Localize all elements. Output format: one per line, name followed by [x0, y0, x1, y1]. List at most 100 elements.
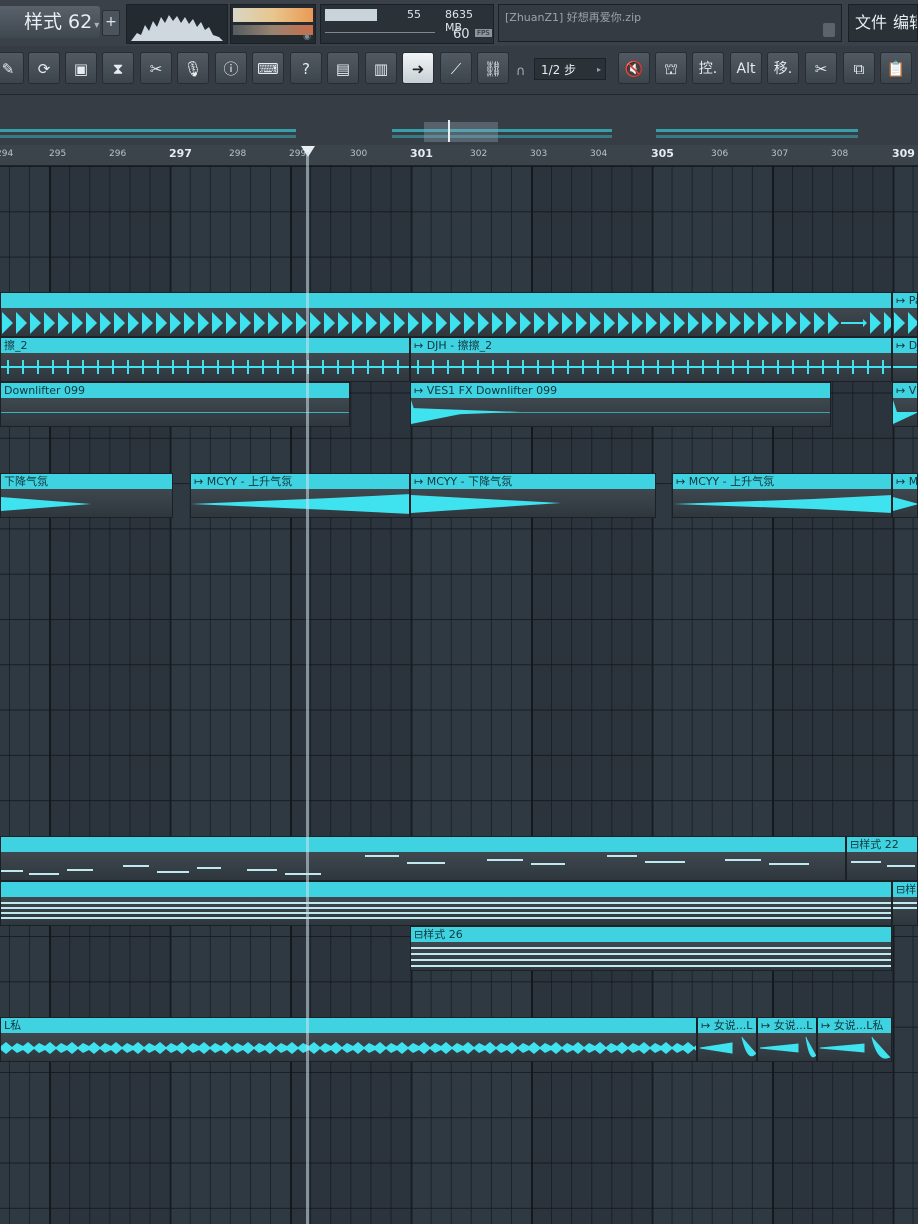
clip-waveform [191, 494, 409, 514]
pattern-dropdown-icon: ▾ [94, 20, 100, 31]
timeline-ruler[interactable]: 294 295 296 297 298 299 300 301 302 303 … [0, 145, 918, 166]
note [67, 869, 93, 871]
clip-body [673, 489, 891, 517]
menu-edit[interactable]: 编辑 [893, 13, 917, 32]
clip-header: L私 [1, 1018, 696, 1033]
cpu-meter [325, 9, 377, 21]
clip-body [411, 353, 891, 381]
loop-icon[interactable]: ⟳ [28, 52, 60, 84]
clip-header [1, 293, 891, 308]
clip-body [1, 897, 891, 925]
audio-clip[interactable]: ↦ VE [892, 382, 918, 427]
clip-body [758, 1033, 816, 1061]
typing-keyboard-icon[interactable]: ⌨ [252, 52, 284, 84]
clip-body [893, 353, 917, 381]
clip-header: ↦ MCYY - 上升气氛 [191, 474, 409, 489]
clip-header: ↦ 女说...L [698, 1018, 756, 1033]
audio-clip[interactable]: ↦ MCYY - 上升气氛 [672, 473, 892, 518]
pattern-selector[interactable]: 样式 62 ▾ [0, 6, 100, 38]
clip-header: ↦ MCYY - 下降气氛 [411, 474, 655, 489]
paste-icon[interactable]: 📋 [880, 52, 912, 84]
audio-clip[interactable] [0, 292, 892, 337]
audio-clip[interactable]: ↦ MC [892, 473, 918, 518]
draw-arrow-icon[interactable]: ➜ [402, 52, 434, 84]
note-lane [1, 907, 891, 909]
mute-icon[interactable]: 🔇 [618, 52, 650, 84]
magnet-icon: ∩ [516, 64, 526, 79]
clip-body [893, 489, 917, 517]
snap-selector[interactable]: 1/2 步 ▸ [534, 58, 606, 80]
audio-clip[interactable]: 下降气氛 [0, 473, 173, 518]
control-button[interactable]: 控. [692, 52, 724, 84]
pattern-clip[interactable]: ⊟样 [892, 881, 918, 926]
overview-viewport[interactable] [424, 122, 498, 142]
move-button[interactable]: 移. [767, 52, 799, 84]
audio-clip[interactable]: ↦ 女说...L私 [817, 1017, 892, 1062]
audio-clip[interactable]: 擦_2 [0, 337, 410, 382]
clip-header: ↦ Pa [893, 293, 917, 308]
link-icon[interactable]: ⛓ [477, 52, 509, 84]
overview-strip [0, 129, 296, 132]
paint-icon[interactable]: ⟋ [440, 52, 472, 84]
clip-header: ⊟样 [893, 882, 917, 897]
playlist-toolbar: ✎ ⟳ ▣ ⧗ ✂ 🎙 ⓘ ⌨ ? ▤ ▥ ➜ ⟋ ⛓ ∩ 1/2 步 ▸ 🔇 ⛫… [0, 46, 918, 95]
save-icon[interactable]: ▣ [65, 52, 97, 84]
audio-clip[interactable]: ↦ DJH - 擦擦_2 [410, 337, 892, 382]
pattern-clip[interactable] [0, 881, 892, 926]
clip-body [893, 308, 917, 336]
clip-body [411, 489, 655, 517]
metronome-icon[interactable]: ⧗ [102, 52, 134, 84]
clip-waveform [1, 412, 349, 413]
note [769, 863, 809, 865]
audio-clip[interactable]: Downlifter 099 [0, 382, 350, 427]
note [365, 855, 399, 857]
scissors-icon[interactable]: ✂ [805, 52, 837, 84]
cpu-memory-panel: 55 8635 MB 60 FPS [320, 4, 494, 44]
clip-header: ⊟样式 26 [411, 927, 891, 942]
audio-clip[interactable]: ↦ 女说...L [697, 1017, 757, 1062]
eye-icon[interactable]: ◉ [303, 32, 311, 42]
peak-meter-right [233, 25, 313, 35]
channel-rack-icon[interactable]: ▤ [327, 52, 359, 84]
brush-icon[interactable]: ✎ [0, 52, 24, 84]
pattern-clip[interactable] [0, 836, 846, 881]
note [607, 855, 637, 857]
info-icon[interactable]: ⓘ [215, 52, 247, 84]
clip-waveform [893, 308, 917, 336]
clip-header: ↦ VES1 FX Downlifter 099 [411, 383, 830, 398]
audio-clip[interactable]: ↦ DJ [892, 337, 918, 382]
clip-body [1, 353, 409, 381]
menu-file[interactable]: 文件 [855, 13, 887, 32]
note-lane [893, 902, 917, 904]
clip-header [1, 837, 845, 852]
stamp-icon[interactable]: ⛫ [655, 52, 687, 84]
ruler-bar: 305 [651, 147, 674, 160]
lock-icon[interactable] [823, 23, 835, 37]
cut-scissors-icon[interactable]: ✂ [140, 52, 172, 84]
clip-transients [411, 353, 891, 381]
microphone-icon[interactable]: 🎙 [177, 52, 209, 84]
clip-waveform [759, 1036, 816, 1058]
audio-clip[interactable]: L私 [0, 1017, 697, 1062]
add-pattern-button[interactable]: + [102, 10, 120, 36]
ruler-bar: 304 [590, 149, 608, 159]
cpu-value: 55 [407, 8, 421, 21]
audio-clip[interactable]: ↦ MCYY - 下降气氛 [410, 473, 656, 518]
audio-clip[interactable]: ↦ Pa [892, 292, 918, 337]
piano-roll-icon[interactable]: ▥ [365, 52, 397, 84]
audio-clip[interactable]: ↦ VES1 FX Downlifter 099 [410, 382, 831, 427]
help-icon[interactable]: ? [290, 52, 322, 84]
snap-arrow-icon: ▸ [596, 65, 601, 74]
alt-button[interactable]: Alt [730, 52, 762, 84]
audio-clip[interactable]: ↦ 女说...L [757, 1017, 817, 1062]
audio-clip[interactable]: ↦ MCYY - 上升气氛 [190, 473, 410, 518]
clip-header: ↦ 女说...L私 [818, 1018, 891, 1033]
clip-header: ↦ DJH - 擦擦_2 [411, 338, 891, 353]
ruler-bar: 301 [410, 147, 433, 160]
pattern-clip[interactable]: ⊟样式 26 [410, 926, 892, 971]
main-menu: 文件编辑 [848, 4, 918, 42]
clip-header: 下降气氛 [1, 474, 172, 489]
copy-icon[interactable]: ⧉ [843, 52, 875, 84]
polyphony-value: 60 [453, 27, 470, 42]
pattern-clip[interactable]: ⊟样式 22 [846, 836, 918, 881]
